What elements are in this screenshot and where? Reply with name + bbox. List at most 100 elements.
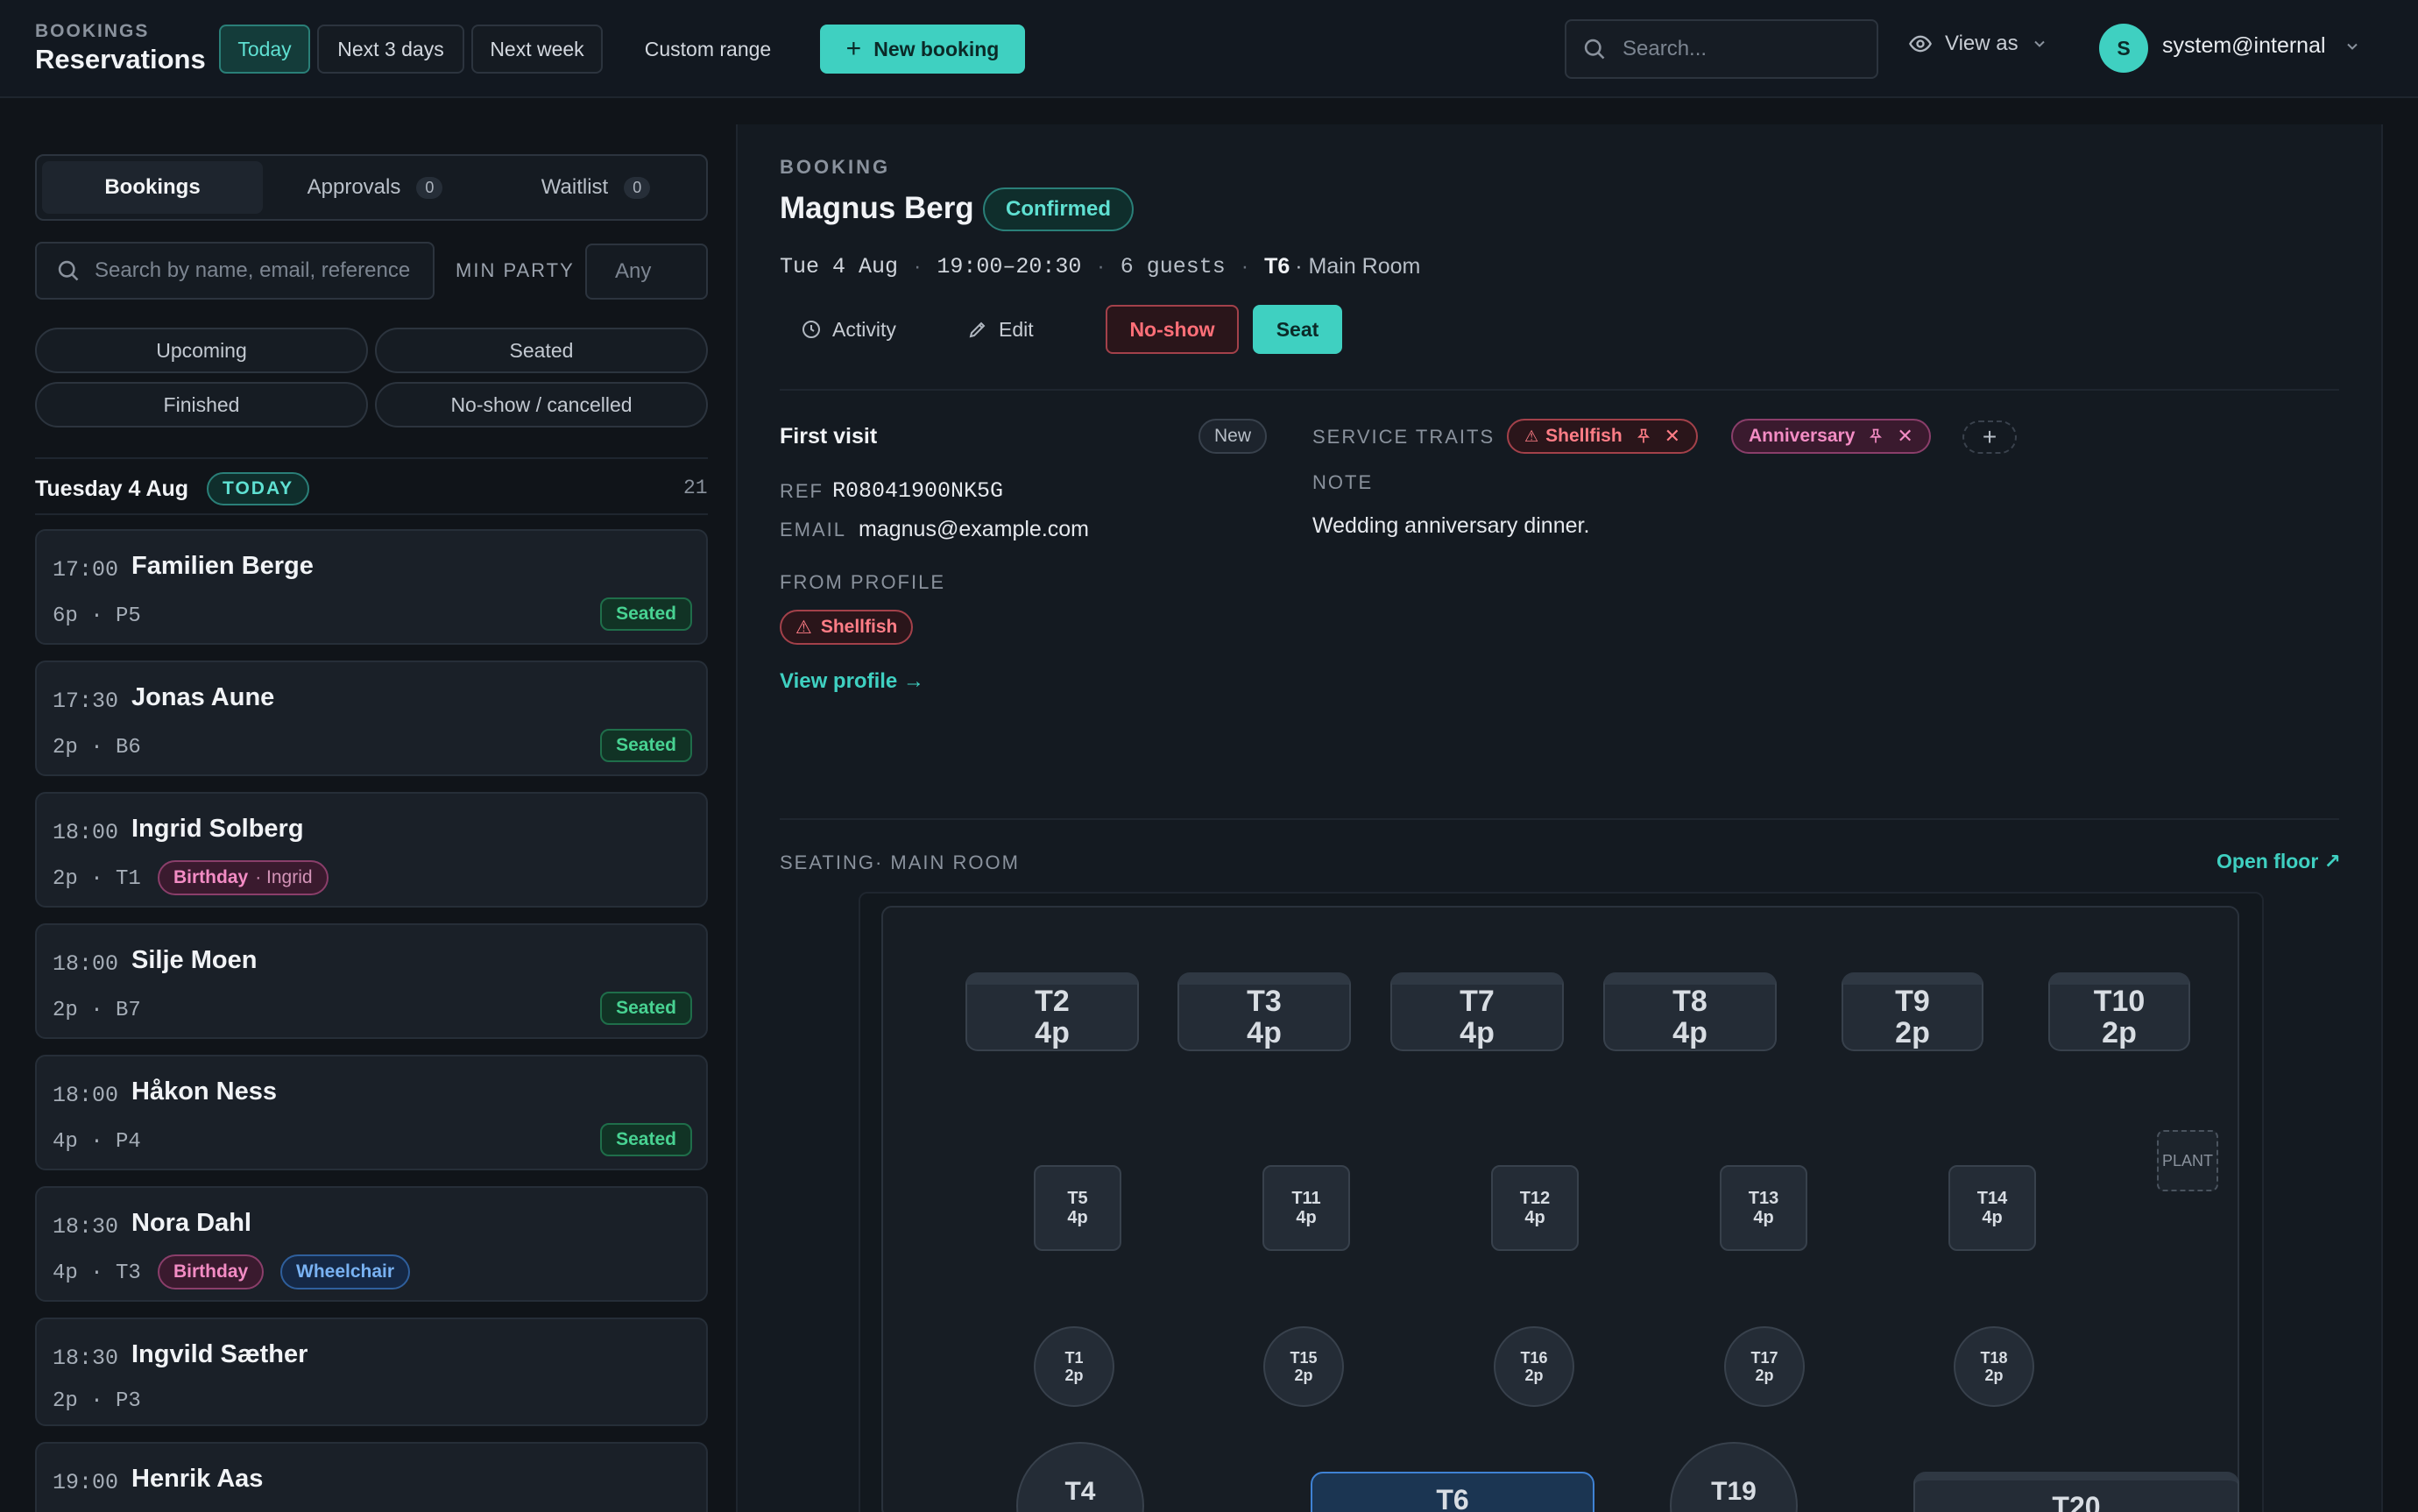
user-menu[interactable]: system@internal [2162, 33, 2361, 59]
booking-room: · Main Room [1295, 254, 1421, 279]
table-t11[interactable]: T11 4p [1262, 1165, 1350, 1251]
seat-button[interactable]: Seat [1253, 305, 1342, 354]
booking-search-input[interactable]: Search by name, email, reference [35, 242, 435, 300]
table-capacity: 2p [1294, 1367, 1313, 1384]
table-id: T8 [1672, 985, 1707, 1018]
booking-ref: R08041900NK5G [832, 478, 1004, 504]
tab-waitlist[interactable]: Waitlist 0 [487, 161, 704, 214]
booking-card[interactable]: 18:00 Silje Moen 2p · B7 Seated [35, 923, 708, 1039]
day-header: Tuesday 4 Aug [35, 477, 189, 501]
table-t2[interactable]: T2 4p [965, 972, 1139, 1051]
table-capacity: 4p [1982, 1208, 2003, 1227]
table-t15[interactable]: T15 2p [1263, 1326, 1344, 1407]
table-id: T7 [1460, 985, 1495, 1018]
booking-search-placeholder: Search by name, email, reference [95, 258, 411, 282]
filter-finished[interactable]: Finished [35, 382, 368, 427]
table-t17[interactable]: T17 2p [1724, 1326, 1805, 1407]
table-t7[interactable]: T7 4p [1390, 972, 1564, 1051]
activity-button[interactable]: Activity [780, 305, 917, 354]
ref-label: REF [780, 480, 824, 502]
new-booking-button[interactable]: + New booking [820, 25, 1025, 74]
table-t14[interactable]: T14 4p [1948, 1165, 2036, 1251]
booking-card[interactable]: 17:00 Familien Berge 6p · P5 Seated [35, 529, 708, 645]
booking-card[interactable]: 18:30 Ingvild Sæther 2p · P3 [35, 1318, 708, 1426]
table-t3[interactable]: T3 4p [1177, 972, 1351, 1051]
edit-button[interactable]: Edit [946, 305, 1055, 354]
remove-trait-icon[interactable]: ✕ [1897, 425, 1912, 448]
divider [780, 389, 2339, 391]
divider [35, 457, 708, 459]
table-id: T6 [1436, 1484, 1469, 1512]
booking-card[interactable]: 17:30 Jonas Aune 2p · B6 Seated [35, 661, 708, 776]
table-id: T18 [1980, 1349, 2008, 1367]
view-profile-link[interactable]: View profile → [780, 669, 924, 694]
app-kicker: BOOKINGS [35, 21, 150, 41]
today-badge: TODAY [207, 472, 310, 505]
table-id: T12 [1519, 1189, 1551, 1208]
table-t12[interactable]: T12 4p [1491, 1165, 1579, 1251]
pin-icon[interactable] [1867, 427, 1884, 445]
booking-note: Wedding anniversary dinner. [1312, 513, 1590, 538]
pin-icon[interactable] [1635, 427, 1652, 445]
booking-time: 19:00 [53, 1470, 119, 1495]
table-id: T19 [1711, 1477, 1757, 1506]
booking-time: 18:00 [53, 1083, 119, 1108]
no-show-button[interactable]: No-show [1106, 305, 1239, 354]
table-t18[interactable]: T18 2p [1954, 1326, 2034, 1407]
trait-anniversary: Anniversary ✕ [1731, 419, 1931, 454]
first-visit-label: First visit [780, 424, 878, 449]
tab-bookings[interactable]: Bookings [42, 161, 263, 214]
filter-seated[interactable]: Seated [375, 328, 708, 373]
range-next-3-days-button[interactable]: Next 3 days [317, 25, 464, 74]
booking-meta: 4p · P4 [53, 1130, 141, 1154]
allergy-tag: ⚠ Shellfish [780, 610, 914, 645]
table-id: T15 [1290, 1349, 1318, 1367]
table-id: T10 [2093, 985, 2146, 1018]
booking-kicker: BOOKING [780, 156, 891, 178]
table-t6-selected[interactable]: T6 [1311, 1472, 1594, 1512]
booking-name: Jonas Aune [131, 683, 275, 711]
booking-card[interactable]: 18:00 Ingrid Solberg 2p · T1 Birthday · … [35, 792, 708, 908]
booking-meta: 2p · T1 [53, 867, 141, 891]
seating-label: SEATING· MAIN ROOM [780, 851, 1020, 873]
tag-sublabel: · Ingrid [255, 867, 313, 887]
tab-approvals[interactable]: Approvals 0 [270, 161, 480, 214]
status-badge: Seated [600, 597, 692, 631]
booking-card[interactable]: 18:30 Nora Dahl 4p · T3 Birthday Wheelch… [35, 1186, 708, 1302]
tag-label: Birthday [173, 867, 249, 887]
add-trait-button[interactable]: + [1962, 420, 2017, 454]
avatar[interactable]: S [2099, 24, 2148, 73]
table-t13[interactable]: T13 4p [1720, 1165, 1807, 1251]
table-t9[interactable]: T9 2p [1842, 972, 1983, 1051]
table-t10[interactable]: T10 2p [2048, 972, 2190, 1051]
divider [780, 818, 2339, 820]
table-t16[interactable]: T16 2p [1494, 1326, 1574, 1407]
table-t8[interactable]: T8 4p [1603, 972, 1777, 1051]
remove-trait-icon[interactable]: ✕ [1665, 425, 1680, 448]
table-t1[interactable]: T1 2p [1034, 1326, 1114, 1407]
booking-card[interactable]: 19:00 Henrik Aas [35, 1442, 708, 1512]
min-party-input[interactable]: Any [585, 244, 708, 300]
separator: · [1241, 254, 1249, 279]
table-id: T17 [1750, 1349, 1778, 1367]
range-custom-button[interactable]: Custom range [624, 25, 792, 74]
table-capacity: 4p [1753, 1208, 1774, 1227]
booking-time-range: 19:00–20:30 [937, 254, 1082, 279]
table-id: T16 [1520, 1349, 1548, 1367]
range-today-button[interactable]: Today [219, 25, 310, 74]
booking-name: Silje Moen [131, 946, 258, 974]
range-next-week-button[interactable]: Next week [471, 25, 603, 74]
top-bar: BOOKINGS Reservations Today Next 3 days … [0, 0, 2418, 98]
new-guest-badge: New [1198, 419, 1268, 454]
global-search-input[interactable]: Search... [1565, 19, 1878, 79]
table-t5[interactable]: T5 4p [1034, 1165, 1121, 1251]
view-as-dropdown[interactable]: View as [1908, 32, 2048, 56]
booking-card[interactable]: 18:00 Håkon Ness 4p · P4 Seated [35, 1055, 708, 1170]
filter-upcoming[interactable]: Upcoming [35, 328, 368, 373]
status-badge: Seated [600, 992, 692, 1025]
table-id: T20 [2052, 1491, 2101, 1512]
booking-name: Ingvild Sæther [131, 1340, 308, 1368]
filter-noshow-cancelled[interactable]: No-show / cancelled [375, 382, 708, 427]
table-t20[interactable]: T20 [1913, 1472, 2239, 1512]
open-floor-link[interactable]: Open floor ↗ [2216, 850, 2341, 873]
